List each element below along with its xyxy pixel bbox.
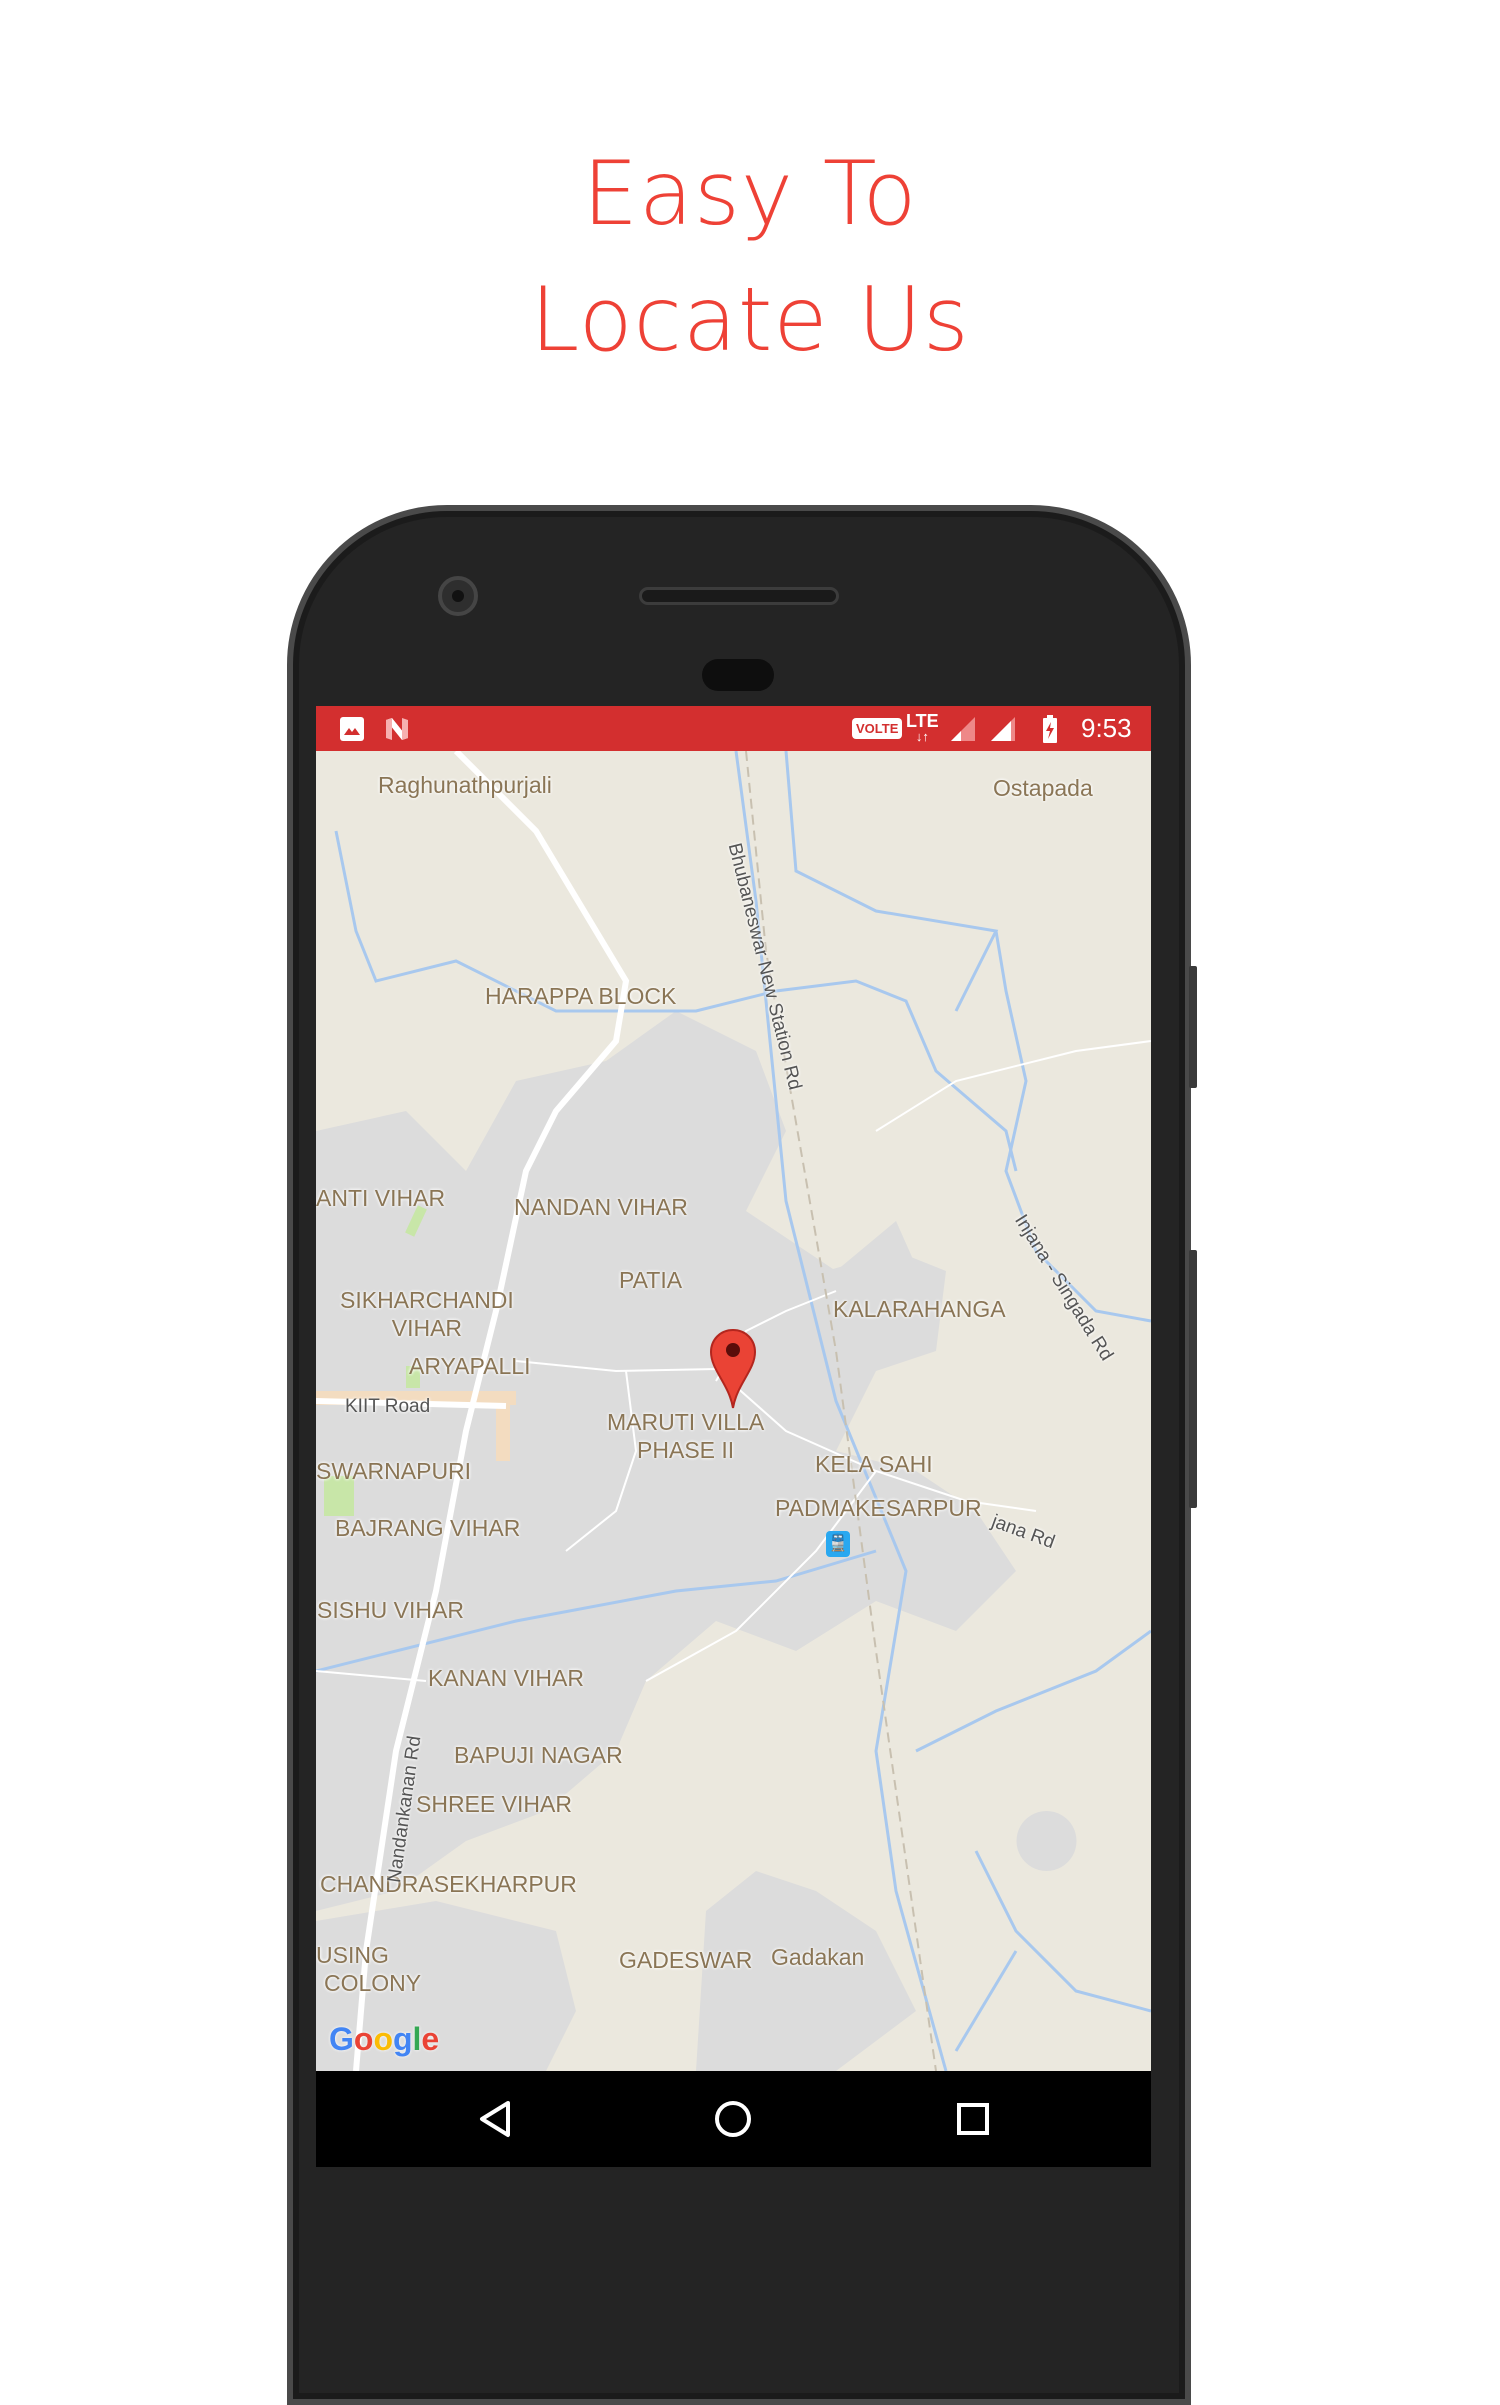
- volume-button: [1189, 966, 1197, 1088]
- transit-station-icon[interactable]: 🚆: [826, 1531, 850, 1557]
- back-icon[interactable]: [476, 2099, 516, 2139]
- n-notification-icon: [382, 706, 412, 751]
- place-label: Gadakan: [771, 1944, 865, 1970]
- recents-icon[interactable]: [953, 2099, 993, 2139]
- place-label: CHANDRASEKHARPUR: [320, 1871, 577, 1897]
- place-label: KELA SAHI: [815, 1451, 933, 1477]
- place-label: KANAN VIHAR: [428, 1665, 584, 1691]
- place-label: ANTI VIHAR: [316, 1185, 446, 1211]
- front-camera: [438, 576, 478, 616]
- place-label: NANDAN VIHAR: [514, 1194, 688, 1220]
- place-label: GADESWAR: [619, 1947, 753, 1973]
- status-bar: VOLTE LTE ↓↑ 9:53: [316, 706, 1151, 751]
- signal-icon: [989, 706, 1017, 751]
- road-label: KIIT Road: [345, 1396, 431, 1417]
- place-label: PATIA: [619, 1267, 683, 1293]
- place-label: KALARAHANGA: [833, 1296, 1006, 1322]
- headline-line-2: Locate Us: [530, 268, 970, 371]
- home-icon[interactable]: [713, 2099, 753, 2139]
- place-label: SISHU VIHAR: [317, 1597, 464, 1623]
- place-label: SHREE VIHAR: [416, 1791, 572, 1817]
- place-label: USING COLONY: [316, 1942, 422, 1996]
- earpiece-speaker: [639, 587, 839, 605]
- place-label: MARUTI VILLA PHASE II: [607, 1409, 765, 1463]
- place-label: Ostapada: [993, 775, 1093, 801]
- battery-charging-icon: [1041, 706, 1059, 751]
- clock: 9:53: [1081, 713, 1132, 743]
- location-pin-icon[interactable]: [709, 1328, 757, 1410]
- image-icon: [338, 706, 366, 751]
- navigation-bar: [316, 2071, 1151, 2167]
- proximity-sensor: [702, 659, 774, 691]
- map-view[interactable]: Raghunathpurjali Ostapada HARAPPA BLOCK …: [316, 751, 1151, 2071]
- place-label: PADMAKESARPUR: [775, 1495, 982, 1521]
- place-label: SWARNAPURI: [316, 1458, 472, 1484]
- place-label: SIKHARCHANDI VIHAR: [340, 1287, 514, 1341]
- headline-line-1: Easy To: [582, 142, 918, 245]
- signal-icon: [949, 706, 977, 751]
- place-label: ARYAPALLI: [409, 1353, 531, 1379]
- place-label: Raghunathpurjali: [378, 772, 552, 798]
- lte-icon: LTE ↓↑: [906, 710, 939, 744]
- place-label: BAJRANG VIHAR: [335, 1515, 521, 1541]
- volte-badge: VOLTE: [852, 706, 903, 751]
- power-button: [1189, 1250, 1197, 1508]
- place-label: BAPUJI NAGAR: [454, 1742, 623, 1768]
- place-label: HARAPPA BLOCK: [485, 983, 677, 1009]
- phone-screen: VOLTE LTE ↓↑ 9:53 Raghunathpurjali Ostap…: [316, 706, 1151, 2167]
- google-logo: Google: [329, 2021, 440, 2057]
